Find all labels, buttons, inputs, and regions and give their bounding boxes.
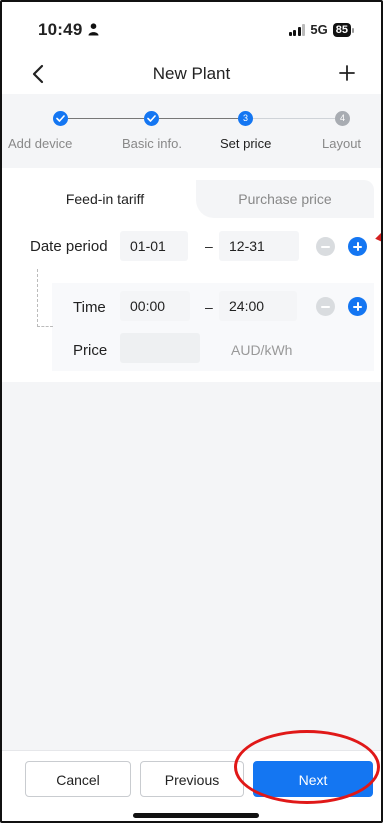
time-label: Time bbox=[73, 299, 106, 316]
price-label: Price bbox=[73, 342, 108, 359]
step-connector bbox=[159, 118, 238, 119]
tab-feed-in-tariff[interactable]: Feed-in tariff bbox=[14, 180, 196, 218]
date-end-field[interactable]: 12-31 bbox=[219, 231, 299, 261]
status-indicators: 5G 85 bbox=[288, 22, 355, 37]
tariff-tabs: Feed-in tariff Purchase price bbox=[14, 180, 374, 218]
network-type: 5G bbox=[310, 22, 328, 37]
time-end-field[interactable]: 24:00 bbox=[219, 291, 297, 321]
progress-stepper: 3 4 Add device Basic info. Set price Lay… bbox=[2, 94, 381, 168]
time-start-field[interactable]: 00:00 bbox=[120, 291, 190, 321]
tree-connector bbox=[37, 269, 53, 327]
step-label-layout: Layout bbox=[322, 136, 362, 151]
step-4-indicator: 4 bbox=[335, 111, 350, 126]
add-time-slot-icon[interactable] bbox=[348, 297, 367, 316]
date-separator: – bbox=[205, 238, 213, 254]
price-unit: AUD/kWh bbox=[231, 342, 293, 358]
step-1-done-icon bbox=[53, 111, 68, 126]
step-label-add-device: Add device bbox=[8, 136, 73, 151]
tab-purchase-price[interactable]: Purchase price bbox=[196, 180, 374, 218]
add-icon[interactable] bbox=[335, 61, 359, 85]
remove-date-period-icon[interactable] bbox=[316, 237, 335, 256]
step-connector bbox=[253, 118, 335, 119]
remove-time-slot-icon[interactable] bbox=[316, 297, 335, 316]
arrow-annotation-icon bbox=[375, 224, 381, 244]
step-2-done-icon bbox=[144, 111, 159, 126]
step-label-basic-info: Basic info. bbox=[122, 136, 182, 151]
battery-icon: 85 bbox=[332, 22, 355, 37]
date-start-field[interactable]: 01-01 bbox=[120, 231, 188, 261]
signal-icon bbox=[288, 23, 306, 36]
status-time: 10:49 bbox=[38, 20, 83, 39]
previous-button[interactable]: Previous bbox=[140, 761, 244, 797]
page-title: New Plant bbox=[152, 64, 231, 83]
phone-screen: 10:49 5G 85 New Plant 3 4 Add device Bas… bbox=[0, 0, 383, 823]
step-3-indicator: 3 bbox=[238, 111, 253, 126]
add-date-period-icon[interactable] bbox=[348, 237, 367, 256]
date-period-label: Date period bbox=[30, 238, 108, 255]
step-connector bbox=[68, 118, 144, 119]
price-input[interactable] bbox=[120, 333, 200, 363]
nav-bar: New Plant bbox=[2, 54, 381, 94]
person-icon bbox=[88, 23, 99, 36]
cancel-button[interactable]: Cancel bbox=[25, 761, 131, 797]
content-area bbox=[2, 382, 381, 750]
step-label-set-price: Set price bbox=[220, 136, 272, 151]
status-bar: 10:49 5G 85 bbox=[2, 2, 381, 54]
highlight-ellipse bbox=[234, 730, 380, 804]
home-indicator bbox=[133, 813, 259, 818]
time-separator: – bbox=[205, 299, 213, 315]
